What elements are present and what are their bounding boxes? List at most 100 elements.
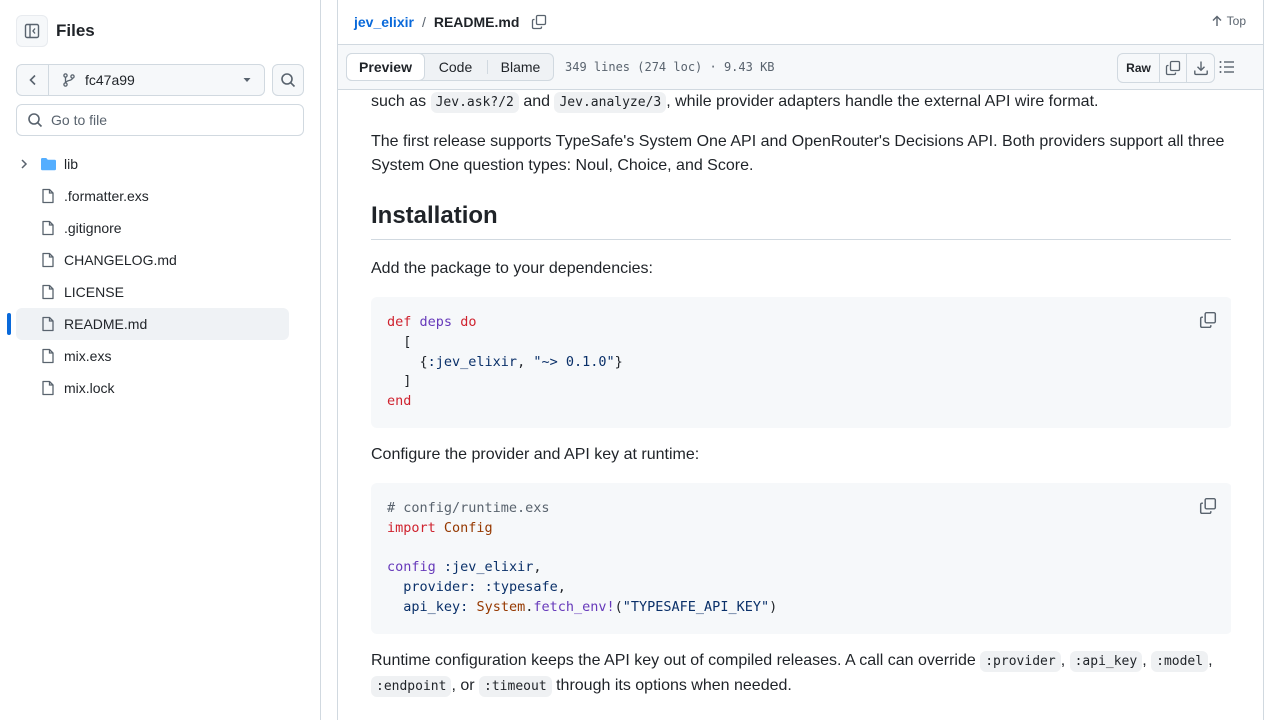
inline-code: :timeout: [479, 676, 552, 697]
text: , or: [451, 677, 475, 694]
tree-item-label: lib: [64, 156, 79, 172]
chevron-right-icon[interactable]: [17, 157, 31, 171]
file-view: jev_elixir / README.md Top Preview Code …: [337, 0, 1264, 720]
search-icon: [281, 73, 296, 88]
breadcrumb-repo-link[interactable]: jev_elixir: [354, 14, 414, 30]
tree-item-readme[interactable]: README.md: [7, 308, 289, 340]
code-token: Config: [443, 519, 493, 536]
text: through its options when needed.: [556, 677, 792, 694]
code-token: # config/runtime.exs: [387, 500, 550, 516]
file-tree: lib .formatter.exs .gitignore CHANGELOG.…: [7, 148, 289, 404]
code-token: ,: [557, 579, 566, 596]
tab-code[interactable]: Code: [424, 54, 487, 80]
code-token: ): [769, 598, 778, 615]
active-indicator: [7, 313, 11, 335]
copy-path-button[interactable]: [531, 14, 547, 30]
file-toolbar: Preview Code Blame 349 lines (274 loc) ·…: [338, 45, 1263, 90]
tree-item-lib[interactable]: lib: [16, 148, 289, 180]
breadcrumb: jev_elixir / README.md Top: [338, 0, 1263, 45]
code-token: :typesafe: [484, 579, 558, 596]
download-button[interactable]: [1187, 54, 1214, 82]
tab-preview[interactable]: Preview: [346, 53, 425, 81]
outline-button[interactable]: [1218, 58, 1236, 79]
code-token: ]: [403, 373, 412, 390]
search-files-button[interactable]: [272, 64, 304, 96]
folder-icon: [41, 158, 56, 171]
list-unordered-icon: [1219, 61, 1234, 73]
tree-item-formatter[interactable]: .formatter.exs: [16, 180, 289, 212]
search-icon: [28, 113, 43, 128]
top-button[interactable]: Top: [1211, 14, 1246, 28]
code-token: do: [460, 314, 477, 330]
text: such as: [371, 93, 427, 110]
code-token: }: [614, 353, 623, 370]
go-to-file-input[interactable]: [51, 112, 291, 128]
view-mode-tabs: Preview Code Blame: [346, 53, 554, 81]
tree-item-mix-lock[interactable]: mix.lock: [16, 372, 289, 404]
heading-installation: Installation: [371, 200, 1231, 240]
code-token: (: [614, 598, 623, 615]
inline-code: :endpoint: [371, 676, 452, 697]
inline-code: Jev.analyze/3: [554, 92, 667, 113]
tab-blame[interactable]: Blame: [488, 54, 553, 80]
file-icon: [42, 284, 54, 300]
branch-name: fc47a99: [85, 72, 135, 88]
back-button[interactable]: [17, 65, 49, 95]
branch-row: fc47a99: [16, 64, 304, 96]
file-tree-sidebar: Files fc47a99 lib .formatter.ex: [0, 0, 321, 720]
paragraph-intro-tail: such as Jev.ask?/2 and Jev.analyze/3, wh…: [371, 90, 1098, 115]
text: and: [523, 93, 551, 110]
copy-icon: [1199, 311, 1217, 329]
branch-selector[interactable]: fc47a99: [49, 65, 264, 95]
code-token: config: [387, 559, 436, 576]
git-branch-icon: [63, 73, 75, 87]
code-token: provider:: [403, 579, 477, 596]
copy-icon: [1165, 60, 1181, 76]
file-icon: [42, 380, 54, 396]
file-info: 349 lines (274 loc) · 9.43 KB: [565, 60, 775, 74]
collapse-sidebar-button[interactable]: [16, 15, 48, 47]
download-icon: [1193, 61, 1208, 76]
code-token: [: [403, 333, 412, 350]
code-token: System: [476, 598, 526, 615]
copy-code-button[interactable]: [1199, 311, 1217, 336]
code-token: :jev_elixir: [427, 353, 518, 370]
code-token: def: [387, 314, 412, 330]
text: , while provider adapters handle the ext…: [666, 93, 1099, 110]
code-block-deps: def deps do [ {:jev_elixir, "~> 0.1.0"} …: [371, 297, 1231, 428]
inline-code: :api_key: [1069, 651, 1143, 672]
file-icon: [42, 348, 54, 364]
text: ,: [1060, 652, 1066, 669]
raw-button[interactable]: Raw: [1118, 54, 1160, 82]
top-label: Top: [1226, 14, 1246, 28]
sidebar-title: Files: [56, 21, 95, 40]
paragraph-add-package: Add the package to your dependencies:: [371, 260, 653, 277]
paragraph-providers: The first release supports TypeSafe's Sy…: [371, 133, 1225, 174]
tree-item-label: CHANGELOG.md: [64, 252, 177, 268]
text: ,: [1142, 652, 1147, 669]
tree-item-changelog[interactable]: CHANGELOG.md: [16, 244, 289, 276]
file-icon: [42, 220, 54, 236]
tree-item-label: .formatter.exs: [64, 188, 149, 204]
tree-item-gitignore[interactable]: .gitignore: [16, 212, 289, 244]
sidebar-header: Files: [16, 15, 95, 47]
inline-code: Jev.ask?/2: [430, 92, 519, 113]
tree-item-label: README.md: [64, 316, 148, 332]
go-to-file-field: [16, 104, 304, 136]
file-icon: [42, 188, 54, 204]
code-token: "TYPESAFE_API_KEY": [622, 598, 770, 615]
tree-item-license[interactable]: LICENSE: [16, 276, 289, 308]
code-token: :jev_elixir: [443, 559, 534, 576]
arrow-up-icon: [1212, 15, 1222, 26]
code-token: fetch_env!: [533, 598, 615, 615]
copy-raw-button[interactable]: [1160, 54, 1187, 82]
copy-code-button[interactable]: [1199, 497, 1217, 522]
inline-code: :model: [1151, 651, 1209, 672]
tree-item-mix-exs[interactable]: mix.exs: [16, 340, 289, 372]
file-icon: [42, 316, 54, 332]
code-token: ,: [517, 353, 534, 370]
breadcrumb-separator: /: [421, 14, 426, 30]
sidebar-collapse-icon: [24, 23, 40, 39]
code-token: api_key:: [403, 598, 469, 615]
code-token: {: [419, 353, 428, 370]
